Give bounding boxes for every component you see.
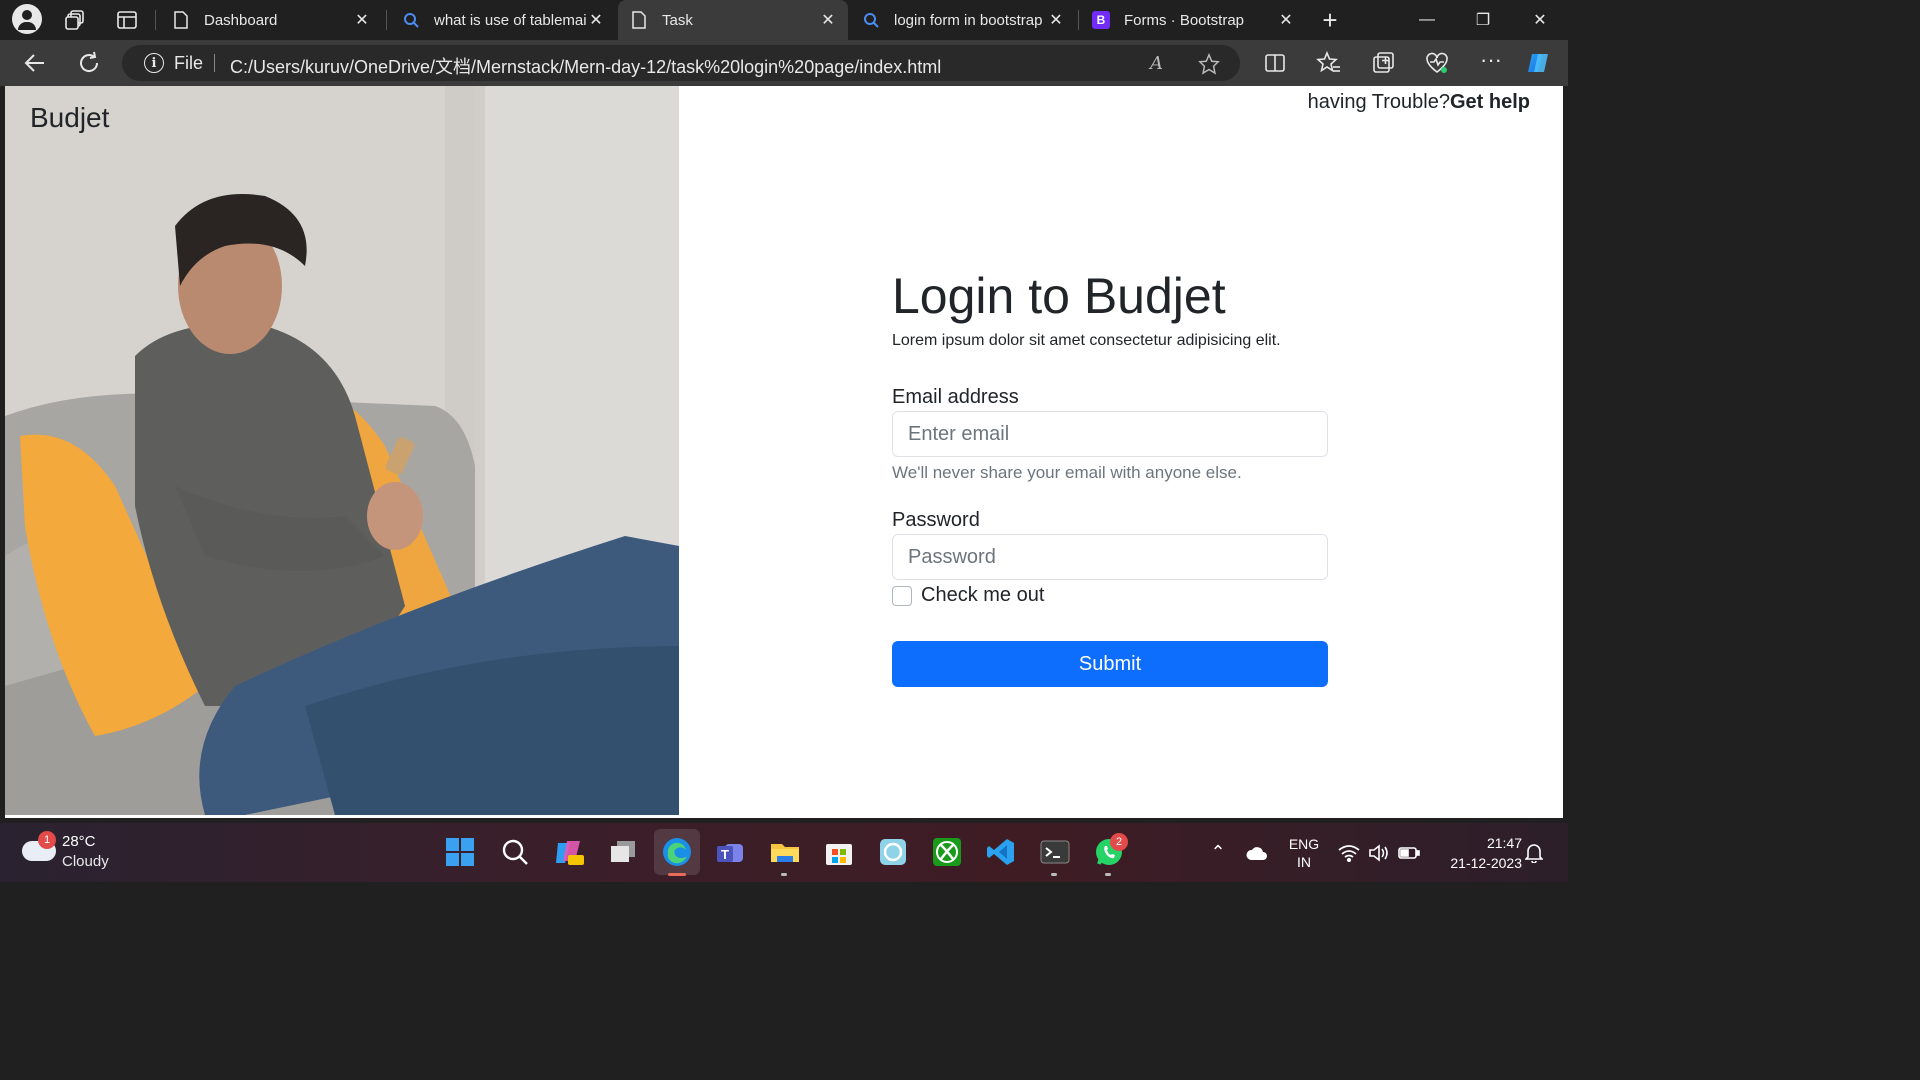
tab-title: Forms · Bootstrap [1124,11,1245,29]
more-options-icon[interactable]: ··· [1478,49,1504,76]
page-subtitle: Lorem ipsum dolor sit amet consectetur a… [892,332,1281,349]
submit-button[interactable]: Submit [892,641,1328,687]
close-tab-icon[interactable]: ✕ [352,10,372,30]
notification-bell-icon[interactable] [1522,823,1546,882]
battery-icon[interactable] [1396,823,1422,882]
back-arrow-icon[interactable] [22,50,48,76]
xbox-icon[interactable] [930,835,964,869]
onedrive-cloud-icon[interactable] [1243,823,1271,882]
tab-search-tablemain[interactable]: what is use of tablemain ✕ [390,0,616,40]
system-clock[interactable]: 21:47 21-12-2023 [1450,833,1522,873]
hero-photo: Budjet [5,86,679,815]
help-text: having Trouble?Get help [1308,91,1530,114]
email-field[interactable] [892,411,1328,457]
copilot-icon[interactable] [1526,50,1552,76]
close-tab-icon[interactable]: ✕ [1046,10,1066,30]
password-field[interactable] [892,534,1328,580]
weather-temp[interactable]: 28°C [62,833,96,850]
new-tab-icon[interactable]: + [1302,0,1358,40]
browser-toolbar: i File C:/Users/kuruv/OneDrive/文档/Mernst… [0,40,1568,86]
help-prompt: having Trouble? [1307,91,1450,113]
login-form: Login to Budjet Lorem ipsum dolor sit am… [892,266,1328,687]
clock-date: 21-12-2023 [1450,855,1522,871]
remember-checkbox-row[interactable]: Check me out [892,584,1328,607]
tab-dashboard[interactable]: Dashboard ✕ [160,0,382,40]
task-view-icon[interactable] [606,835,640,869]
windows-start-icon[interactable] [443,835,477,869]
address-bar[interactable]: i File C:/Users/kuruv/OneDrive/文档/Mernst… [122,45,1240,81]
weather-condition[interactable]: Cloudy [62,853,109,870]
url-text[interactable]: C:/Users/kuruv/OneDrive/文档/Mernstack/Mer… [230,53,941,79]
close-tab-icon[interactable]: ✕ [818,10,838,30]
favorite-star-icon[interactable] [1198,52,1220,75]
app-icon[interactable] [876,835,910,869]
close-tab-icon[interactable]: ✕ [586,10,606,30]
page-icon [630,11,648,29]
check-me-out-checkbox[interactable] [892,585,912,606]
tab-title: what is use of tablemain [434,11,586,29]
close-window-icon[interactable]: ✕ [1512,0,1568,40]
collections-icon[interactable] [1370,50,1396,76]
tab-strip: Dashboard ✕ what is use of tablemain ✕ T… [0,0,1568,40]
search-icon [862,11,880,29]
language-indicator[interactable]: ENG IN [1284,823,1324,882]
brand-logo[interactable]: Budjet [30,102,109,134]
whatsapp-badge: 2 [1110,833,1128,851]
tab-search-login-form[interactable]: login form in bootstrap ✕ [850,0,1076,40]
tab-title: login form in bootstrap [894,11,1043,29]
minimize-icon[interactable]: — [1399,0,1455,40]
refresh-icon[interactable] [76,50,102,76]
bootstrap-logo: B [1092,11,1110,29]
scheme-label: File [174,53,204,73]
browser-essentials-icon[interactable] [1424,50,1450,76]
search-icon [402,11,420,29]
vertical-tabs-icon[interactable] [115,8,139,32]
search-icon[interactable] [498,835,532,869]
terminal-icon[interactable] [1038,835,1072,869]
tab-title: Task [662,11,693,29]
tab-task[interactable]: Task ✕ [618,0,848,40]
microsoft-store-icon[interactable] [822,835,856,869]
email-hint: We'll never share your email with anyone… [892,463,1242,482]
email-label: Email address [892,386,1019,408]
workspaces-icon[interactable] [64,8,88,32]
teams-icon[interactable]: T [714,835,748,869]
favorites-icon[interactable] [1316,50,1342,76]
region-code: IN [1297,853,1311,870]
get-help-link[interactable]: Get help [1450,91,1530,113]
restore-icon[interactable]: ❐ [1455,0,1511,40]
info-icon[interactable]: i [144,53,164,73]
page-icon [172,11,190,29]
profile-avatar[interactable] [12,4,42,34]
page-title: Login to Budjet [892,268,1226,324]
edge-browser-icon[interactable] [654,829,700,875]
read-aloud-icon[interactable]: A [1150,53,1172,75]
file-explorer-icon[interactable] [768,835,802,869]
wifi-icon[interactable] [1336,823,1362,882]
chevron-up-icon[interactable]: ⌃ [1206,823,1230,882]
clock-time: 21:47 [1486,835,1522,851]
close-tab-icon[interactable]: ✕ [1276,10,1296,30]
weather-badge: 1 [38,831,56,849]
checkbox-label[interactable]: Check me out [921,584,1044,607]
copilot-pre-icon[interactable] [552,835,586,869]
svg-text:T: T [721,847,729,862]
bootstrap-icon: B [1092,11,1110,29]
volume-icon[interactable] [1366,823,1392,882]
split-screen-icon[interactable] [1262,50,1288,76]
page-viewport: Budjet having Trouble?Get help Login to … [5,86,1563,818]
tab-forms-bootstrap[interactable]: B Forms · Bootstrap ✕ [1080,0,1306,40]
tab-title: Dashboard [204,11,278,29]
lang-code: ENG [1288,835,1320,852]
password-label: Password [892,509,980,531]
windows-taskbar: 1 28°C Cloudy T 2 ⌃ ENG IN 21:47 21-12-2… [0,823,1568,882]
vscode-icon[interactable] [984,835,1018,869]
